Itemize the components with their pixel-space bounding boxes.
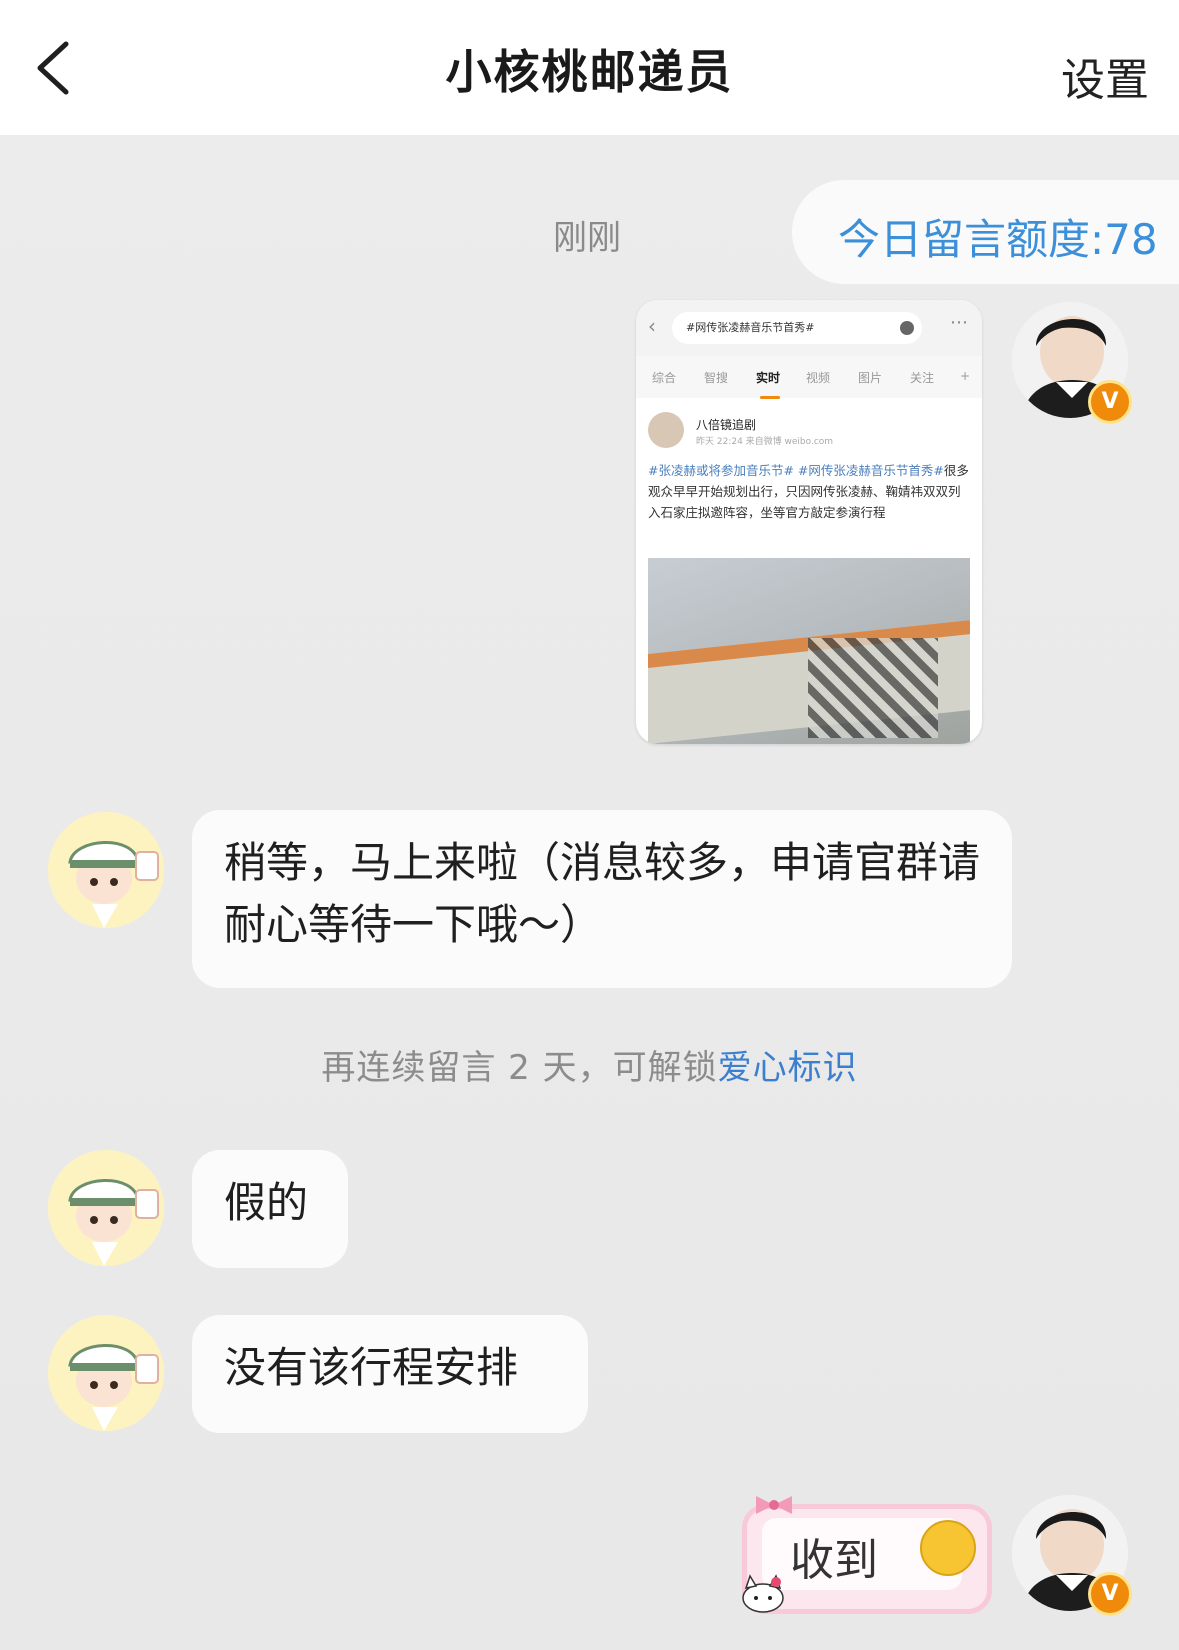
clear-icon	[900, 321, 914, 335]
tab-underline	[760, 396, 780, 399]
quota-text: 今日留言额度:78	[838, 215, 1158, 264]
bot-avatar[interactable]	[48, 1150, 164, 1266]
screenshot-topbar: ‹ #网传张凌赫音乐节首秀# ⋯	[636, 300, 982, 356]
message-text: 假的	[224, 1178, 309, 1227]
sticker-message[interactable]: 收到	[736, 1494, 998, 1614]
timestamp-label: 刚刚	[553, 218, 621, 258]
screenshot-tab: +	[960, 369, 971, 383]
top-navigation-bar: 小核桃邮递员 设置	[0, 0, 1179, 135]
post-photo	[648, 558, 970, 744]
postman-cartoon-icon	[48, 1150, 164, 1266]
heart-badge-link[interactable]: 爱心标识	[718, 1048, 858, 1088]
message-bubble[interactable]: 没有该行程安排	[192, 1315, 588, 1433]
message-text: 没有该行程安排	[224, 1343, 519, 1392]
page-title: 小核桃邮递员	[445, 45, 734, 99]
bot-avatar[interactable]	[48, 1315, 164, 1431]
sticker-text: 收到	[790, 1535, 878, 1586]
shared-screenshot-image[interactable]: ‹ #网传张凌赫音乐节首秀# ⋯ 综合 智搜 实时 视频 图片 关注 + 八倍镜…	[636, 300, 982, 744]
post-body: #张凌赫或将参加音乐节# #网传张凌赫音乐节首秀#很多观众早早开始规划出行，只因…	[648, 460, 970, 523]
verified-badge-icon: V	[1088, 380, 1132, 424]
mosaic-blur	[808, 638, 938, 738]
saluting-face-icon	[920, 1520, 976, 1576]
message-bubble[interactable]: 假的	[192, 1150, 348, 1268]
screenshot-back-icon: ‹	[648, 314, 656, 338]
quota-bubble: 今日留言额度:78	[792, 180, 1179, 284]
hello-kitty-icon	[742, 1574, 784, 1613]
screenshot-tab: 智搜	[704, 371, 729, 385]
screenshot-search-field: #网传张凌赫音乐节首秀#	[672, 312, 922, 344]
post-meta: 昨天 22:24 来自微博 weibo.com	[696, 437, 834, 447]
postman-cartoon-icon	[48, 812, 164, 928]
message-text: 稍等，马上来啦（消息较多，申请官群请耐心等待一下哦～）	[224, 838, 981, 949]
screenshot-tab: 关注	[910, 371, 935, 385]
postman-cartoon-icon	[48, 1315, 164, 1431]
more-icon: ⋯	[950, 312, 968, 333]
screenshot-tab: 图片	[858, 371, 883, 385]
notice-text: 再连续留言 2 天，可解锁	[321, 1048, 718, 1088]
streak-notice: 再连续留言 2 天，可解锁爱心标识	[0, 1040, 1179, 1089]
screenshot-tabs: 综合 智搜 实时 视频 图片 关注 +	[636, 356, 982, 399]
screenshot-tab-active: 实时	[756, 371, 781, 385]
screenshot-tab: 视频	[806, 371, 831, 385]
screenshot-search-text: #网传张凌赫音乐节首秀#	[686, 321, 815, 334]
message-bubble[interactable]: 稍等，马上来啦（消息较多，申请官群请耐心等待一下哦～）	[192, 810, 1012, 988]
post-tags: #张凌赫或将参加音乐节# #网传张凌赫音乐节首秀#	[648, 463, 944, 478]
poster-avatar	[648, 412, 684, 448]
screenshot-tab: 综合	[652, 371, 677, 385]
bot-avatar[interactable]	[48, 812, 164, 928]
pink-bow-icon	[756, 1496, 792, 1514]
verified-badge-icon: V	[1088, 1572, 1132, 1616]
poster-name: 八倍镜追剧	[696, 418, 757, 432]
settings-button[interactable]: 设置	[1061, 44, 1149, 108]
